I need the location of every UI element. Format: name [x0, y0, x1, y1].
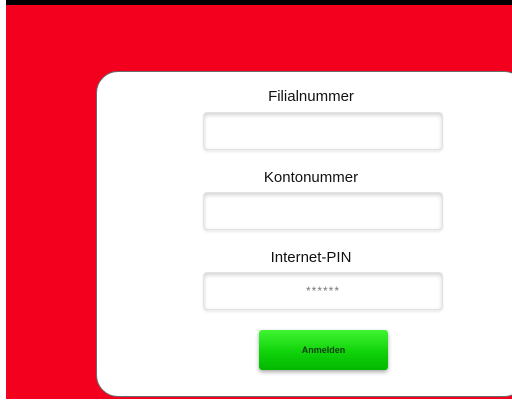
window-bottom-strip [0, 399, 512, 404]
window-top-border [0, 0, 512, 5]
internet-pin-input[interactable] [203, 272, 443, 310]
login-button[interactable]: Anmelden [259, 330, 388, 370]
account-number-input[interactable] [203, 192, 443, 230]
internet-pin-label: Internet-PIN [270, 249, 352, 266]
login-form: Filialnummer Kontonummer Internet-PIN An… [96, 71, 512, 397]
account-number-label: Kontonummer [263, 169, 359, 186]
branch-number-input[interactable] [203, 112, 443, 150]
window-left-border [0, 0, 6, 404]
branch-number-label: Filialnummer [268, 88, 354, 105]
app-window: Filialnummer Kontonummer Internet-PIN An… [0, 0, 512, 404]
